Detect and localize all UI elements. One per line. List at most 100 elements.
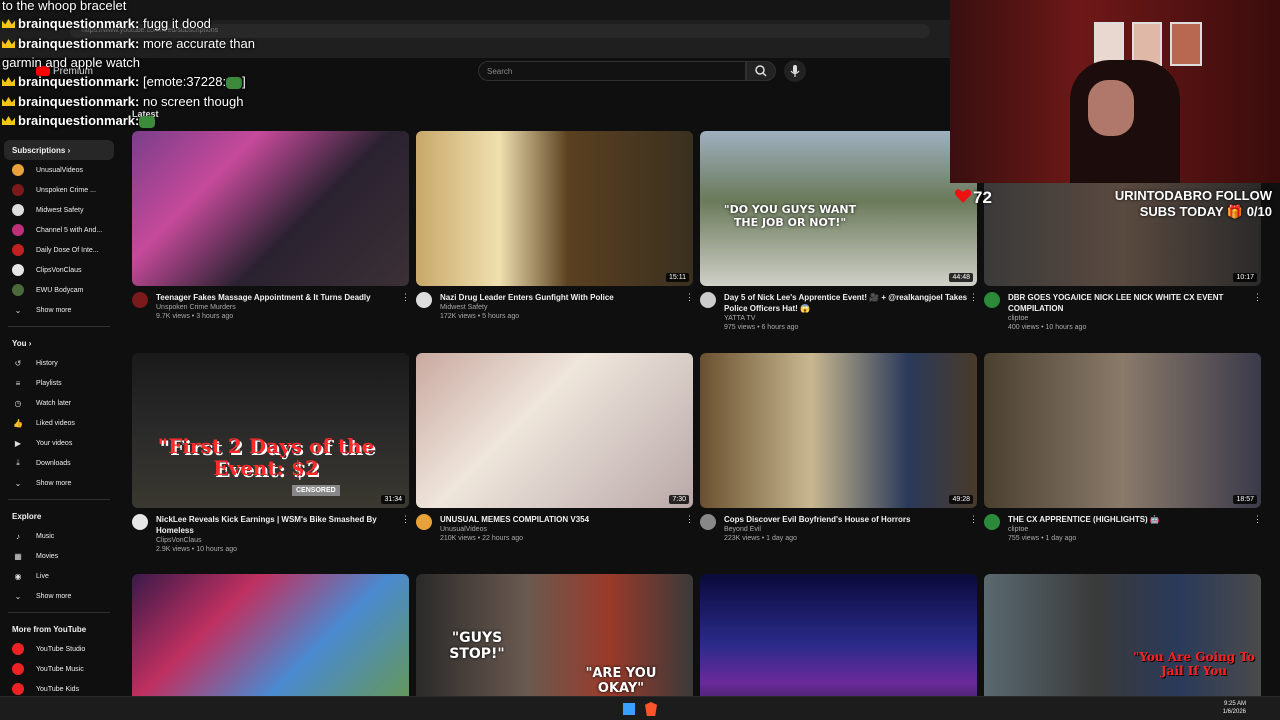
video-title[interactable]: Day 5 of Nick Lee's Apprentice Event! 🎥 … bbox=[724, 292, 969, 314]
more-options-icon[interactable]: ⋮ bbox=[969, 514, 978, 542]
sidebar-sub-channel[interactable]: UnusualVideos bbox=[0, 160, 118, 180]
channel-avatar[interactable] bbox=[984, 514, 1000, 530]
channel-name[interactable]: Beyond Evil bbox=[724, 526, 969, 533]
video-thumbnail[interactable]: 44:48 "DO YOU GUYS WANT THE JOB OR NOT!" bbox=[700, 131, 977, 286]
video-stats: 210K views • 22 hours ago bbox=[440, 535, 524, 542]
more-options-icon[interactable]: ⋮ bbox=[969, 292, 978, 331]
video-thumbnail[interactable]: 7:30 bbox=[416, 353, 693, 508]
sidebar-sub-channel[interactable]: Channel 5 with And... bbox=[0, 220, 118, 240]
chevron-down-icon: ⌄ bbox=[14, 305, 22, 315]
clock[interactable]: 9:25 AM 1/6/2026 bbox=[1223, 700, 1246, 716]
channel-avatar[interactable] bbox=[132, 292, 148, 308]
chat-username[interactable]: brainquestionmark: bbox=[18, 16, 139, 31]
sidebar-item-label: YouTube Studio bbox=[36, 645, 86, 653]
sidebar-item-music[interactable]: ♪ Music bbox=[0, 526, 118, 546]
search-button[interactable] bbox=[746, 61, 776, 81]
sidebar-item-downloads[interactable]: ⤓ Downloads bbox=[0, 453, 118, 473]
divider bbox=[8, 326, 110, 327]
sidebar-item-movies[interactable]: ▦ Movies bbox=[0, 546, 118, 566]
sidebar-item-show-more[interactable]: ⌄ Show more bbox=[0, 473, 118, 493]
video-title[interactable]: THE CX APPRENTICE (HIGHLIGHTS) 🤖 bbox=[1008, 514, 1253, 525]
channel-avatar[interactable] bbox=[700, 292, 716, 308]
video-thumbnail[interactable]: 15:11 bbox=[416, 131, 693, 286]
more-options-icon[interactable]: ⋮ bbox=[1253, 514, 1262, 542]
video-thumbnail[interactable] bbox=[132, 131, 409, 286]
sidebar-sub-channel[interactable]: EWU Bodycam bbox=[0, 280, 118, 300]
thumbnail-caption: "ARE YOU OKAY" bbox=[585, 666, 657, 696]
video-title[interactable]: DBR GOES YOGA/ICE NICK LEE NICK WHITE CX… bbox=[1008, 292, 1253, 314]
video-title[interactable]: Cops Discover Evil Boyfriend's House of … bbox=[724, 514, 969, 525]
sidebar-item-playlists[interactable]: ≡ Playlists bbox=[0, 373, 118, 393]
video-card[interactable]: 15:11 Nazi Drug Leader Enters Gunfight Wi… bbox=[416, 131, 694, 320]
channel-avatar[interactable] bbox=[700, 514, 716, 530]
chat-message: to the whoop bracelet bbox=[2, 0, 126, 13]
more-options-icon[interactable]: ⋮ bbox=[685, 514, 694, 542]
windows-start-icon[interactable] bbox=[623, 703, 635, 715]
video-stats: 172K views • 5 hours ago bbox=[440, 313, 520, 320]
video-title[interactable]: Teenager Fakes Massage Appointment & It … bbox=[156, 292, 401, 303]
channel-name[interactable]: UnusualVideos bbox=[440, 526, 685, 533]
channel-avatar-icon bbox=[12, 164, 24, 176]
brave-browser-icon[interactable] bbox=[645, 702, 657, 716]
channel-name[interactable]: Unspoken Crime Murders bbox=[156, 304, 401, 311]
video-card[interactable]: 18:57 THE CX APPRENTICE (HIGHLIGHTS) 🤖 cli… bbox=[984, 353, 1262, 542]
video-info: Nazi Drug Leader Enters Gunfight With Po… bbox=[440, 292, 685, 320]
sidebar-you-header[interactable]: You › bbox=[0, 333, 118, 353]
more-options-icon[interactable]: ⋮ bbox=[401, 292, 410, 320]
sidebar-item-live[interactable]: ◉ Live bbox=[0, 566, 118, 586]
chat-username[interactable]: brainquestionmark: bbox=[18, 94, 139, 109]
chat-username[interactable]: brainquestionmark: bbox=[18, 74, 139, 89]
video-meta: UNUSUAL MEMES COMPILATION V354 UnusualVid… bbox=[416, 514, 694, 542]
channel-avatar[interactable] bbox=[132, 514, 148, 530]
sidebar-sub-channel[interactable]: Midwest Safety bbox=[0, 200, 118, 220]
sidebar-subscriptions-header[interactable]: Subscriptions › bbox=[4, 140, 114, 160]
emote-icon bbox=[139, 115, 156, 128]
sidebar-item-liked-videos[interactable]: 👍 Liked videos bbox=[0, 413, 118, 433]
sidebar-item-watch-later[interactable]: ◷ Watch later bbox=[0, 393, 118, 413]
sidebar-item-label: Unspoken Crime ... bbox=[36, 186, 96, 194]
youtube-icon bbox=[12, 663, 24, 675]
video-thumbnail[interactable]: 31:34 "First 2 Days of the Event: $2 CENSO… bbox=[132, 353, 409, 508]
chat-text: [emote:37228: bbox=[139, 74, 227, 89]
voice-search-button[interactable] bbox=[784, 60, 806, 82]
sidebar-item-show-more[interactable]: ⌄ Show more bbox=[0, 586, 118, 606]
video-thumbnail[interactable]: 18:57 bbox=[984, 353, 1261, 508]
sidebar-item-youtube-music[interactable]: YouTube Music bbox=[0, 659, 118, 679]
channel-name[interactable]: cliptoe bbox=[1008, 315, 1253, 322]
search-input[interactable]: Search bbox=[478, 61, 746, 81]
channel-name[interactable]: ClipsVonClaus bbox=[156, 537, 401, 544]
sidebar-subs-show-more[interactable]: ⌄ Show more bbox=[0, 300, 118, 320]
video-thumbnail[interactable]: 49:28 bbox=[700, 353, 977, 508]
video-card[interactable]: 44:48 "DO YOU GUYS WANT THE JOB OR NOT!" D… bbox=[700, 131, 978, 331]
sidebar-sub-channel[interactable]: ClipsVonClaus bbox=[0, 260, 118, 280]
sidebar-item-label: Music bbox=[36, 532, 55, 540]
sidebar-item-your-videos[interactable]: ▶ Your videos bbox=[0, 433, 118, 453]
sidebar-item-label: Liked videos bbox=[36, 419, 75, 427]
more-options-icon[interactable]: ⋮ bbox=[401, 514, 410, 553]
sidebar-sub-channel[interactable]: Daily Dose Of Inte... bbox=[0, 240, 118, 260]
video-card[interactable]: Teenager Fakes Massage Appointment & It … bbox=[132, 131, 410, 320]
channel-name[interactable]: YATTA TV bbox=[724, 315, 969, 322]
channel-name[interactable]: cliptoe bbox=[1008, 526, 1253, 533]
video-info: THE CX APPRENTICE (HIGHLIGHTS) 🤖 cliptoe 7… bbox=[1008, 514, 1253, 542]
channel-avatar[interactable] bbox=[984, 292, 1000, 308]
more-options-icon[interactable]: ⋮ bbox=[1253, 292, 1262, 331]
sidebar-item-label: YouTube Music bbox=[36, 665, 84, 673]
video-title[interactable]: UNUSUAL MEMES COMPILATION V354 bbox=[440, 514, 685, 525]
sidebar-item-youtube-studio[interactable]: YouTube Studio bbox=[0, 639, 118, 659]
video-card[interactable]: 31:34 "First 2 Days of the Event: $2 CENSO… bbox=[132, 353, 410, 553]
chat-username[interactable]: brainquestionmark: bbox=[18, 36, 139, 51]
video-card[interactable]: 7:30 UNUSUAL MEMES COMPILATION V354 Unusua… bbox=[416, 353, 694, 542]
channel-name[interactable]: Midwest Safety bbox=[440, 304, 685, 311]
channel-avatar[interactable] bbox=[416, 292, 432, 308]
channel-avatar-icon bbox=[12, 204, 24, 216]
sidebar-sub-channel[interactable]: Unspoken Crime ... bbox=[0, 180, 118, 200]
video-title[interactable]: NickLee Reveals Kick Earnings | WSM's Bi… bbox=[156, 514, 401, 536]
sidebar-item-history[interactable]: ↺ History bbox=[0, 353, 118, 373]
more-options-icon[interactable]: ⋮ bbox=[685, 292, 694, 320]
chat-username[interactable]: brainquestionmark: bbox=[18, 113, 139, 128]
channel-avatar[interactable] bbox=[416, 514, 432, 530]
video-card[interactable]: 49:28 Cops Discover Evil Boyfriend's Hous… bbox=[700, 353, 978, 542]
sidebar-item-label: Movies bbox=[36, 552, 59, 560]
video-title[interactable]: Nazi Drug Leader Enters Gunfight With Po… bbox=[440, 292, 685, 303]
